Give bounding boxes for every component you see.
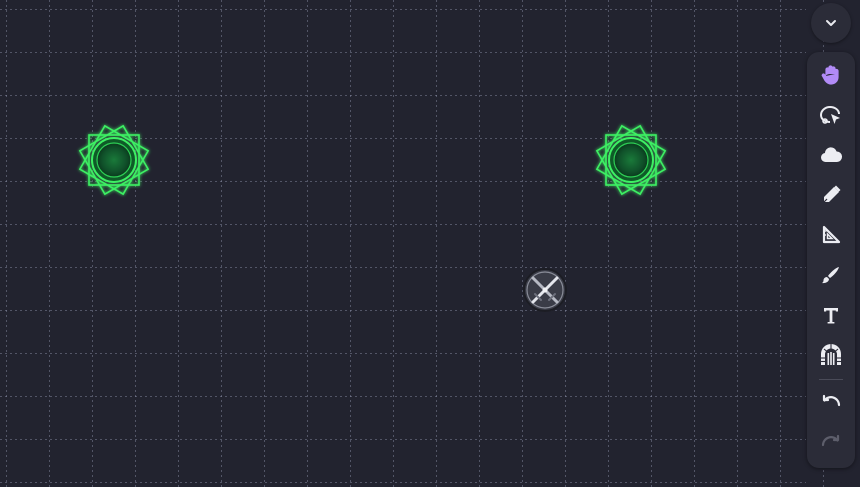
crossed-swords-icon <box>523 268 567 312</box>
grid-line-vertical <box>737 0 738 487</box>
text-tool-button[interactable] <box>815 299 847 331</box>
brush-icon <box>822 267 839 284</box>
ruler-triangle-icon <box>822 225 841 244</box>
grid-line-vertical <box>92 0 93 487</box>
grid-line-vertical <box>49 0 50 487</box>
grid-line-horizontal <box>0 310 806 311</box>
grid-line-vertical <box>694 0 695 487</box>
text-t-icon <box>824 308 838 324</box>
grid-line-vertical <box>307 0 308 487</box>
grid-line-horizontal <box>0 353 806 354</box>
select-tool-button[interactable] <box>815 99 847 131</box>
green-sun-token-right[interactable] <box>591 120 671 200</box>
grid-line-vertical <box>221 0 222 487</box>
grid-line-vertical <box>350 0 351 487</box>
grid-line-vertical <box>178 0 179 487</box>
grid-line-vertical <box>780 0 781 487</box>
chevron-down-icon <box>826 20 836 26</box>
grid-line-horizontal <box>0 95 806 96</box>
grid-line-vertical <box>6 0 7 487</box>
grid-line-horizontal <box>0 267 806 268</box>
collapse-toolbar-button[interactable] <box>811 3 851 43</box>
map-grid <box>0 0 860 487</box>
tool-toolbar <box>807 52 855 468</box>
grid-line-horizontal <box>0 9 806 10</box>
portal-arch-icon <box>821 344 841 365</box>
gateway-tool-button[interactable] <box>815 339 847 371</box>
cloud-icon <box>820 147 843 162</box>
grid-line-vertical <box>135 0 136 487</box>
grid-line-horizontal <box>0 396 806 397</box>
redo-button[interactable] <box>815 428 847 460</box>
grid-line-vertical <box>264 0 265 487</box>
brush-tool-button[interactable] <box>815 259 847 291</box>
undo-icon <box>822 394 841 407</box>
lasso-pointer-icon <box>819 105 840 124</box>
grid-line-horizontal <box>0 439 806 440</box>
grid-line-vertical <box>522 0 523 487</box>
grid-line-vertical <box>393 0 394 487</box>
undo-button[interactable] <box>815 388 847 420</box>
grid-line-horizontal <box>0 482 806 483</box>
toolbar-divider <box>819 379 843 380</box>
draw-tool-button[interactable] <box>815 179 847 211</box>
grid-line-horizontal <box>0 52 806 53</box>
sun-star-icon <box>595 124 667 196</box>
pen-icon <box>822 185 841 204</box>
grid-line-horizontal <box>0 224 806 225</box>
grid-line-vertical <box>651 0 652 487</box>
green-sun-token-left[interactable] <box>74 120 154 200</box>
grid-line-vertical <box>479 0 480 487</box>
measure-tool-button[interactable] <box>815 219 847 251</box>
fog-tool-button[interactable] <box>815 139 847 171</box>
crossed-swords-token[interactable] <box>521 266 569 314</box>
redo-icon <box>821 434 840 447</box>
grid-line-vertical <box>565 0 566 487</box>
sun-star-icon <box>78 124 150 196</box>
grid-line-vertical <box>436 0 437 487</box>
move-tool-button[interactable] <box>815 59 847 91</box>
grid-line-vertical <box>608 0 609 487</box>
hand-icon <box>821 65 839 85</box>
